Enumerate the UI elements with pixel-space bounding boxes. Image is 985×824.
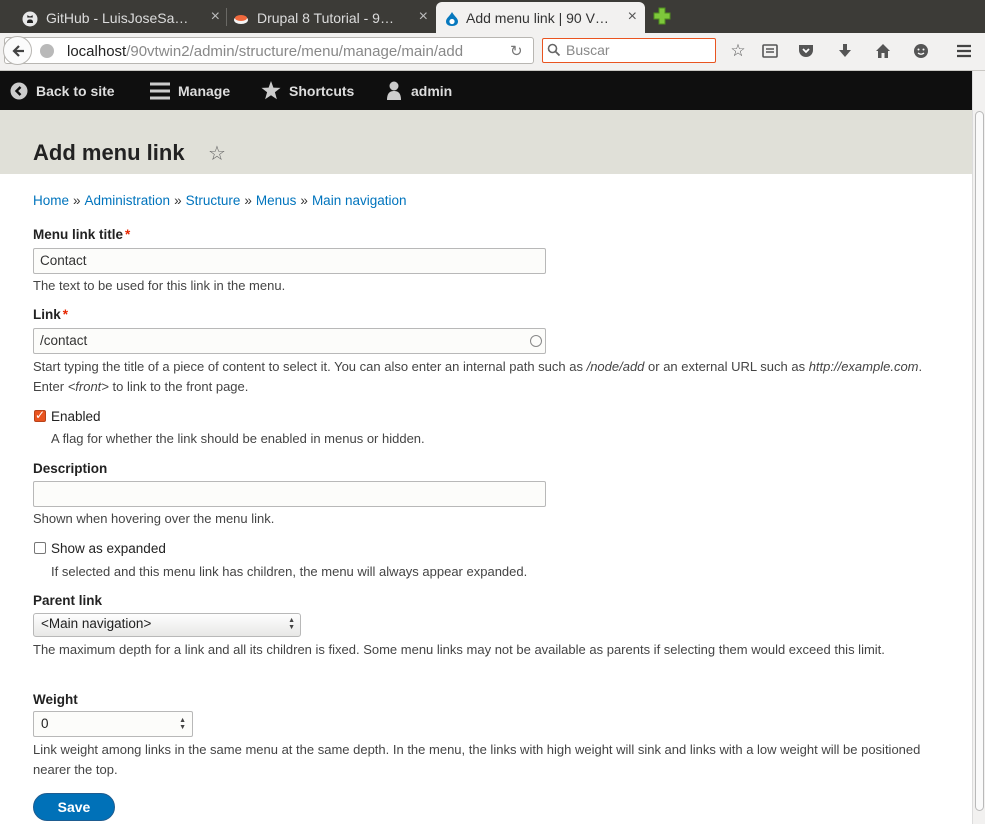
main-content: Home» Administration» Structure» Menus» Main… [0, 174, 972, 824]
bookmark-star-icon[interactable]: ☆ [728, 41, 748, 61]
breadcrumb-main-navigation[interactable]: Main navigation [312, 193, 407, 208]
shortcut-star-icon[interactable]: ☆ [208, 141, 226, 166]
menu-link-title-description: The text to be used for this link in the… [33, 278, 286, 293]
browser-tab-github[interactable]: GitHub - LuisJoseSa… × [22, 2, 220, 33]
browser-tab-strip: GitHub - LuisJoseSa… × Drupal 8 Tutorial… [0, 0, 985, 33]
breadcrumb: Home» Administration» Structure» Menus» Main… [33, 193, 407, 208]
sushi-favicon-icon [234, 15, 248, 24]
url-text[interactable]: localhost/90vtwin2/admin/structure/menu/… [67, 43, 507, 60]
back-circle-icon [10, 82, 28, 99]
tab-separator [226, 8, 227, 26]
close-tab-icon[interactable]: × [211, 8, 220, 26]
home-icon[interactable] [873, 41, 893, 61]
breadcrumb-home[interactable]: Home [33, 193, 69, 208]
parent-link-label: Parent link [33, 593, 103, 608]
reading-list-icon[interactable] [760, 41, 780, 61]
enabled-checkbox[interactable] [34, 408, 46, 422]
required-marker: * [62, 307, 69, 322]
show-as-expanded-label[interactable]: Show as expanded [51, 541, 166, 556]
enabled-label[interactable]: Enabled [51, 409, 101, 424]
link-input[interactable]: /contact [33, 328, 546, 354]
menu-bars-icon [150, 82, 170, 99]
weight-description: Link weight among links in the same menu… [33, 742, 921, 777]
manage-tab[interactable]: Manage [150, 71, 230, 110]
shortcuts-tab[interactable]: Shortcuts [261, 71, 354, 110]
description-label: Description [33, 461, 108, 476]
page-header: Add menu link ☆ [0, 110, 972, 174]
reload-icon[interactable]: ↻ [510, 42, 523, 60]
back-button[interactable] [3, 36, 32, 65]
select-arrows-icon: ▲ ▼ [288, 617, 295, 631]
page-scrollbar[interactable] [972, 71, 985, 824]
browser-navigation-bar: localhost/90vtwin2/admin/structure/menu/… [0, 33, 985, 71]
pocket-icon[interactable] [796, 41, 816, 61]
github-icon [22, 11, 38, 27]
page-title: Add menu link [33, 140, 185, 165]
menu-link-title-input[interactable]: Contact [33, 248, 546, 274]
description-input[interactable] [33, 481, 546, 507]
stepper-arrows-icon[interactable]: ▲ ▼ [179, 717, 186, 731]
enabled-description: A flag for whether the link should be en… [51, 431, 425, 446]
weight-label: Weight [33, 692, 78, 707]
browser-tab-add-menu-link[interactable]: Add menu link | 90 V… × [436, 2, 645, 33]
arrow-left-icon [11, 44, 24, 57]
link-label: Link * [33, 307, 69, 322]
admin-toolbar: Back to site Manage Shortcuts admin [0, 71, 972, 110]
scrollbar-thumb[interactable] [975, 111, 984, 811]
browser-tab-drupal-tutorial[interactable]: Drupal 8 Tutorial - 9… × [233, 2, 428, 33]
close-tab-icon[interactable]: × [628, 8, 637, 26]
weight-stepper[interactable]: 0 ▲ ▼ [33, 711, 193, 737]
star-icon [261, 81, 281, 100]
url-bar[interactable]: localhost/90vtwin2/admin/structure/menu/… [3, 36, 534, 65]
autocomplete-throbber-icon [530, 335, 542, 347]
close-tab-icon[interactable]: × [419, 8, 428, 26]
save-button[interactable]: Save [33, 793, 115, 821]
show-as-expanded-checkbox[interactable] [34, 542, 46, 554]
search-input[interactable] [566, 42, 706, 58]
parent-link-description: The maximum depth for a link and all its… [33, 642, 885, 657]
link-description: Start typing the title of a piece of con… [33, 359, 923, 394]
parent-link-select[interactable]: <Main navigation> ▲ ▼ [33, 613, 301, 637]
back-to-site-link[interactable]: Back to site [10, 71, 115, 110]
menu-link-title-label: Menu link title * [33, 227, 131, 242]
new-tab-plus-icon[interactable] [652, 6, 672, 26]
breadcrumb-administration[interactable]: Administration [85, 193, 171, 208]
download-icon[interactable] [835, 41, 855, 61]
search-icon [547, 43, 561, 57]
show-as-expanded-description: If selected and this menu link has child… [51, 564, 528, 579]
breadcrumb-menus[interactable]: Menus [256, 193, 297, 208]
hamburger-menu-icon[interactable] [954, 41, 974, 61]
user-icon [387, 81, 401, 100]
browser-search-box[interactable] [542, 38, 716, 63]
breadcrumb-structure[interactable]: Structure [186, 193, 241, 208]
user-tab[interactable]: admin [385, 71, 452, 110]
required-marker: * [125, 227, 131, 242]
hello-chat-icon[interactable] [911, 41, 931, 61]
description-field-description: Shown when hovering over the menu link. [33, 511, 275, 526]
globe-icon[interactable] [40, 44, 54, 58]
drupal-drop-icon [446, 12, 458, 26]
